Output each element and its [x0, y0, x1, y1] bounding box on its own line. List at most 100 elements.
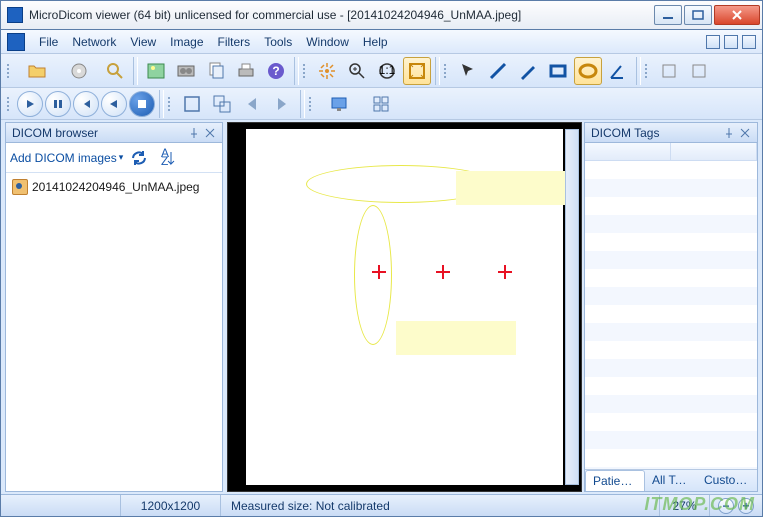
pause-button[interactable] [45, 91, 71, 117]
toolbar-separator [133, 57, 138, 85]
panel-title-text: DICOM Tags [591, 126, 659, 140]
toolbar-separator [636, 57, 641, 85]
file-name: 20141024204946_UnMAA.jpeg [32, 180, 199, 194]
tab-patient-info[interactable]: Patient inf.. [585, 470, 645, 491]
tree-item[interactable]: 20141024204946_UnMAA.jpeg [10, 177, 218, 197]
search-button[interactable] [101, 57, 129, 85]
image-button[interactable] [142, 57, 170, 85]
mdi-close-icon[interactable] [742, 35, 756, 49]
maximize-button[interactable] [684, 5, 712, 25]
mdi-minimize-icon[interactable] [706, 35, 720, 49]
menu-network[interactable]: Network [72, 35, 116, 49]
watermark: ITMOP.COM [644, 494, 755, 515]
status-dimensions: 1200x1200 [121, 495, 221, 516]
pin-icon[interactable] [188, 127, 200, 139]
help-button[interactable]: ? [262, 57, 290, 85]
menu-filters[interactable]: Filters [218, 35, 251, 49]
pencil-tool-button[interactable] [514, 57, 542, 85]
tab-custom-tags[interactable]: Custom Ta.. [697, 470, 757, 491]
refresh-button[interactable] [127, 146, 151, 170]
menu-image[interactable]: Image [170, 35, 203, 49]
menu-view[interactable]: View [130, 35, 156, 49]
tab-all-tags[interactable]: All Tags [645, 470, 697, 491]
svg-text:Z: Z [161, 154, 168, 168]
zoom-button[interactable] [343, 57, 371, 85]
nav-first-button[interactable] [238, 90, 266, 118]
stop-button[interactable] [129, 91, 155, 117]
menu-help[interactable]: Help [363, 35, 388, 49]
window-single-button[interactable] [178, 90, 206, 118]
pointer-tool-button[interactable] [454, 57, 482, 85]
angle-tool-button[interactable] [604, 57, 632, 85]
toolbar-grip[interactable] [168, 97, 174, 111]
pan-button[interactable] [313, 57, 341, 85]
playback-toolbar [1, 88, 762, 120]
prev-frame-button[interactable] [73, 91, 99, 117]
browser-toolbar: Add DICOM images ▾ AZ [6, 143, 222, 173]
toolbar-grip[interactable] [444, 64, 450, 78]
tags-column[interactable] [671, 143, 757, 160]
tags-list[interactable] [585, 161, 757, 469]
panel-title-text: DICOM browser [12, 126, 98, 140]
line-tool-button[interactable] [484, 57, 512, 85]
vertical-scrollbar[interactable] [565, 129, 579, 485]
file-tree[interactable]: 20141024204946_UnMAA.jpeg [6, 173, 222, 491]
file-icon [12, 179, 28, 195]
dicom-browser-panel: DICOM browser Add DICOM images ▾ AZ 2014… [5, 122, 223, 492]
window-multi-button[interactable] [208, 90, 236, 118]
rectangle-tool-button[interactable] [544, 57, 572, 85]
annotation-point[interactable] [436, 265, 450, 279]
open-folder-button[interactable] [17, 57, 57, 85]
app-logo-icon [7, 33, 25, 51]
annotation-point[interactable] [372, 265, 386, 279]
actual-size-button[interactable]: 1:1 [373, 57, 401, 85]
tags-column[interactable] [585, 143, 671, 160]
extra-tool-2[interactable] [685, 57, 713, 85]
print-button[interactable] [232, 57, 260, 85]
copy-button[interactable] [202, 57, 230, 85]
extra-tool-1[interactable] [655, 57, 683, 85]
video-button[interactable] [172, 57, 200, 85]
panel-close-icon[interactable] [739, 127, 751, 139]
dicom-tags-title: DICOM Tags [585, 123, 757, 143]
fit-window-button[interactable] [403, 57, 431, 85]
pin-icon[interactable] [723, 127, 735, 139]
annotation-label[interactable] [396, 321, 516, 355]
menu-window[interactable]: Window [306, 35, 349, 49]
toolbar-grip[interactable] [7, 64, 13, 78]
status-measured: Measured size: Not calibrated [221, 495, 660, 516]
step-back-button[interactable] [101, 91, 127, 117]
chevron-down-icon: ▾ [119, 152, 124, 163]
toolbar-grip[interactable] [645, 64, 651, 78]
tags-header-row[interactable] [585, 143, 757, 161]
close-button[interactable] [714, 5, 760, 25]
annotation-label[interactable] [456, 171, 576, 205]
open-disc-button[interactable] [59, 57, 99, 85]
annotation-point[interactable] [498, 265, 512, 279]
display-mode-button[interactable] [319, 90, 359, 118]
ellipse-tool-button[interactable] [574, 57, 602, 85]
play-button[interactable] [17, 91, 43, 117]
toolbar-separator [300, 90, 305, 118]
nav-last-button[interactable] [268, 90, 296, 118]
add-dicom-images-button[interactable]: Add DICOM images ▾ [10, 151, 123, 165]
panel-close-icon[interactable] [204, 127, 216, 139]
minimize-button[interactable] [654, 5, 682, 25]
add-dicom-label: Add DICOM images [10, 151, 117, 165]
svg-text:?: ? [272, 64, 279, 78]
app-icon [7, 7, 23, 23]
mdi-restore-icon[interactable] [724, 35, 738, 49]
toolbar-separator [294, 57, 299, 85]
layout-grid-button[interactable] [361, 90, 401, 118]
image-canvas[interactable] [227, 122, 582, 492]
main-split: DICOM browser Add DICOM images ▾ AZ 2014… [1, 120, 762, 494]
dicom-browser-title: DICOM browser [6, 123, 222, 143]
status-cell-empty [1, 495, 121, 516]
toolbar-grip[interactable] [7, 97, 13, 111]
menu-tools[interactable]: Tools [264, 35, 292, 49]
toolbar-grip[interactable] [303, 64, 309, 78]
toolbar-grip[interactable] [309, 97, 315, 111]
mdi-window-controls [706, 35, 756, 49]
sort-button[interactable]: AZ [155, 146, 179, 170]
menu-file[interactable]: File [39, 35, 58, 49]
